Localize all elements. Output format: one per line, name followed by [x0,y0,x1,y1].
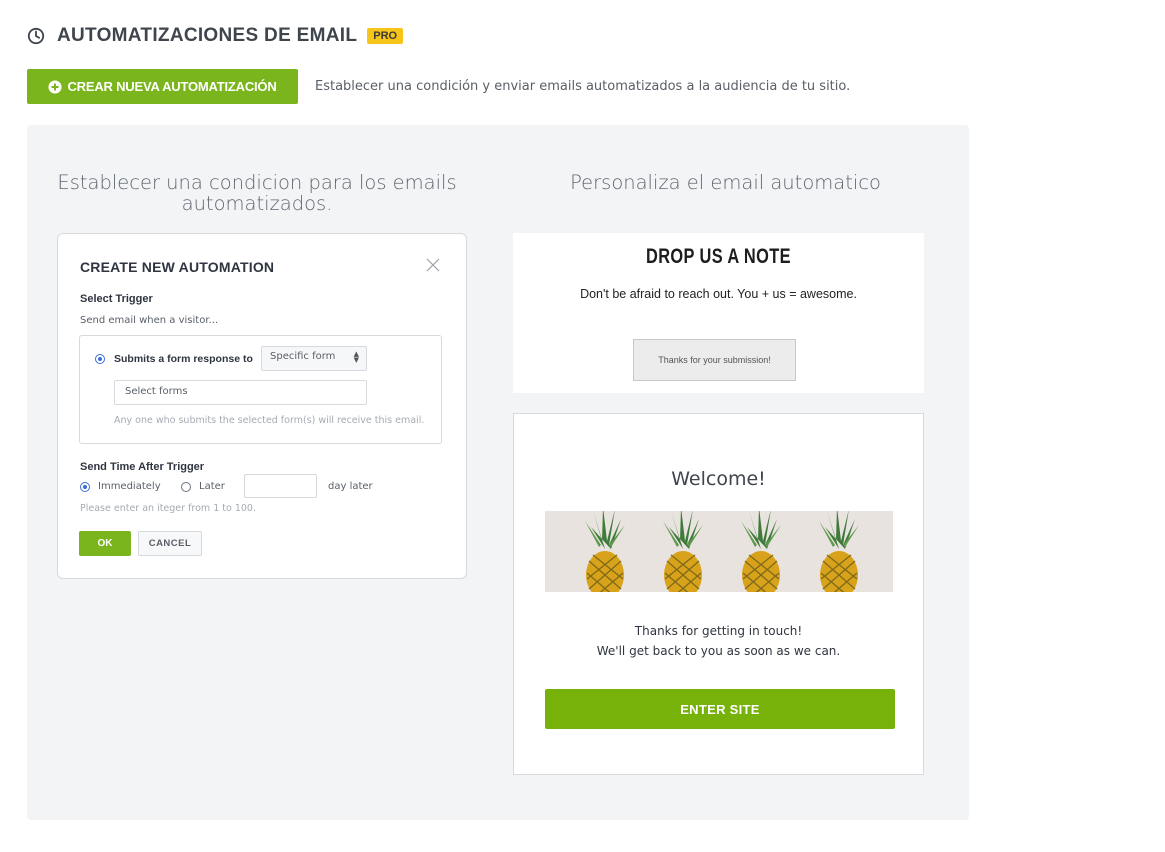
later-radio[interactable] [181,482,191,492]
day-later-label: day later [328,481,373,492]
welcome-message-line-2: We'll get back to you as soon as we can. [596,644,841,658]
create-automation-label: CREAR NUEVA AUTOMATIZACIÓN [67,79,277,94]
create-automation-button[interactable]: CREAR NUEVA AUTOMATIZACIÓN [27,69,298,104]
feature-panel: Establecer una condicion para los emails… [27,125,969,820]
drop-note-subtitle: Don't be afraid to reach out. You + us =… [580,287,857,301]
drop-note-preview: DROP US A NOTE Don't be afraid to reach … [513,233,924,393]
select-arrows-icon: ▲ ▼ [353,350,359,364]
select-forms-input[interactable]: Select forms [114,380,367,405]
pineapple-banner-image [545,511,893,592]
pro-badge: PRO [367,28,404,44]
form-response-radio[interactable] [95,354,105,364]
right-column-title: Personaliza el email automatico [570,171,881,194]
cancel-button[interactable]: CANCEL [138,531,202,556]
plus-circle-icon [48,79,63,94]
trigger-box: Submits a form response to Specific form… [79,335,442,444]
pineapples-illustration [585,511,860,592]
immediately-radio[interactable] [80,482,90,492]
welcome-message-line-1: Thanks for getting in touch! [634,624,803,638]
drop-note-title: DROP US A NOTE [645,245,792,268]
form-type-value: Specific form [270,351,336,362]
immediately-label: Immediately [98,481,161,492]
later-label: Later [199,481,225,492]
create-description: Establecer una condición y enviar emails… [315,79,851,94]
page-header: AUTOMATIZACIONES DE EMAIL PRO [27,25,404,47]
enter-site-button[interactable]: ENTER SITE [545,689,895,729]
send-time-label: Send Time After Trigger [80,461,205,473]
select-trigger-label: Select Trigger [80,293,153,305]
submits-form-label: Submits a form response to [114,353,253,365]
ok-button[interactable]: OK [79,531,131,556]
send-email-when-text: Send email when a visitor... [80,315,219,326]
welcome-message: Thanks for getting in touch! We'll get b… [514,621,923,661]
automation-modal-preview: CREATE NEW AUTOMATION Select Trigger Sen… [57,233,467,579]
days-input[interactable] [244,474,317,498]
welcome-email-preview: Welcome! Thanks for getting in touch! We… [513,413,924,775]
forms-hint: Any one who submits the selected form(s)… [114,415,425,426]
form-type-select[interactable]: Specific form ▲ ▼ [261,346,367,371]
integer-hint: Please enter an iteger from 1 to 100. [80,503,256,514]
close-icon [426,258,440,272]
welcome-title: Welcome! [671,468,766,490]
clock-icon [27,27,45,45]
thanks-submission-box: Thanks for your submission! [633,339,796,381]
left-column-title: Establecer una condicion para los emails… [57,171,457,215]
page-title: AUTOMATIZACIONES DE EMAIL [57,25,358,46]
modal-title: CREATE NEW AUTOMATION [80,259,275,275]
